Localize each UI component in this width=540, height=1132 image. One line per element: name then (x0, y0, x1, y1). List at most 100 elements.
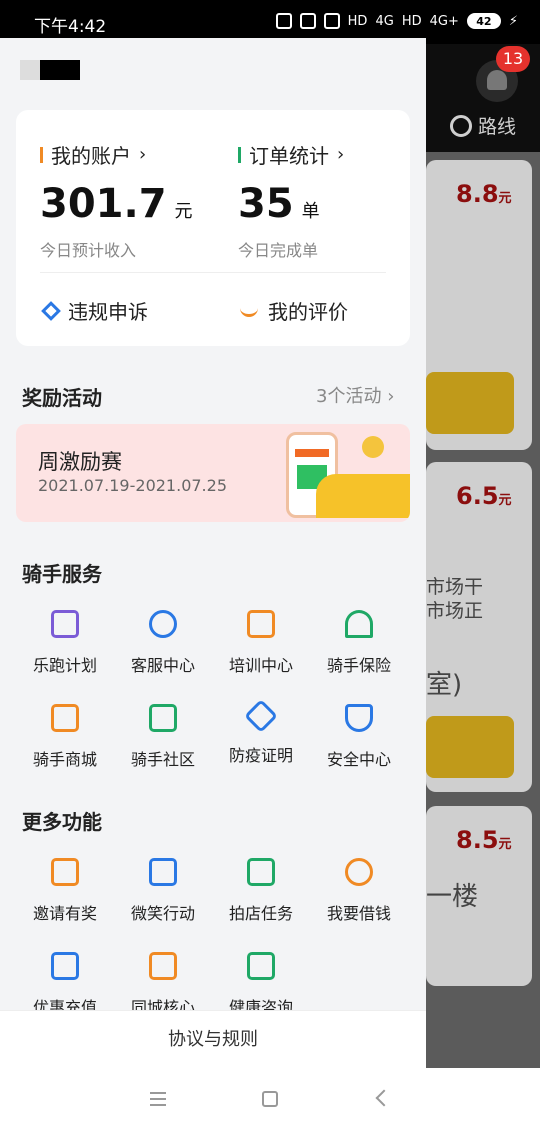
promo-date: 2021.07.19-2021.07.25 (38, 476, 227, 495)
feature-label: 优惠充值 (32, 998, 97, 1010)
promo-banner[interactable]: 周激励赛 2021.07.19-2021.07.25 (16, 424, 410, 522)
order-address: 一楼 (426, 882, 479, 912)
hand-illustration-icon (316, 474, 410, 518)
avatar-part (40, 60, 80, 80)
service-item-customer-service[interactable]: 客服中心 (114, 610, 212, 676)
more-features-title: 更多功能 (22, 810, 102, 834)
orders-value: 35 单 (238, 181, 344, 227)
avatar-part (20, 60, 40, 80)
phone-bar (295, 449, 329, 457)
feature-label: 邀请有奖 (32, 904, 97, 923)
service-item-training[interactable]: 培训中心 (212, 610, 310, 676)
status-icons: HD 4G HD 4G+ 42 ⚡ (275, 13, 518, 29)
rider-services-title: 骑手服务 (22, 562, 102, 586)
route-button[interactable]: 路线 (450, 112, 516, 139)
menu-icon[interactable] (150, 1092, 166, 1106)
system-nav-bar (0, 1068, 540, 1132)
route-icon (450, 114, 472, 137)
my-review-button[interactable]: 我的评价 (240, 296, 348, 325)
my-review-label: 我的评价 (268, 300, 348, 324)
order-address: 市场正 (426, 600, 484, 622)
hand-coin-icon (345, 858, 373, 886)
notification-badge: 13 (496, 46, 530, 72)
network-label-1: HD (347, 13, 368, 29)
feature-item-shop-photo[interactable]: 拍店任务 (212, 858, 310, 924)
order-price: 8.5元 (456, 826, 512, 854)
headset-icon (149, 610, 177, 638)
order-price: 6.5元 (456, 482, 512, 510)
appeal-button[interactable]: 违规申诉 (41, 296, 148, 325)
feature-item-invite[interactable]: 邀请有奖 (16, 858, 114, 924)
my-account-block[interactable]: 我的账户 › 301.7 元 今日预计收入 (40, 140, 193, 261)
feature-label: 我要借钱 (326, 904, 391, 923)
location-icon (275, 13, 292, 29)
feature-item-health[interactable]: 健康咨询 (212, 952, 310, 1010)
service-label: 客服中心 (130, 656, 195, 675)
feature-item-smile[interactable]: 微笑行动 (114, 858, 212, 924)
chevron-right-icon: › (139, 144, 147, 165)
smile-icon (240, 305, 258, 317)
shirt-icon (51, 704, 79, 732)
home-icon (149, 704, 177, 732)
feature-item-recharge[interactable]: 优惠充值 (16, 952, 114, 1010)
service-label: 乐跑计划 (32, 656, 97, 675)
service-label: 培训中心 (228, 656, 293, 675)
income-label: 今日预计收入 (40, 241, 137, 260)
medical-icon (244, 699, 278, 733)
service-item-epidemic-cert[interactable]: 防疫证明 (212, 699, 310, 766)
order-stats-block[interactable]: 订单统计 › 35 单 今日完成单 (238, 140, 344, 261)
avatar[interactable] (20, 60, 80, 80)
status-time: 下午4:42 (34, 17, 107, 37)
umbrella-icon (345, 610, 373, 638)
service-item-insurance[interactable]: 骑手保险 (310, 610, 408, 676)
alarm-icon (323, 13, 340, 29)
service-item-community[interactable]: 骑手社区 (114, 704, 212, 770)
feature-item-city[interactable]: 同城核心 (114, 952, 212, 1010)
feature-item-borrow[interactable]: 我要借钱 (310, 858, 408, 924)
price-value: 8.5 (456, 826, 499, 854)
service-item-safety[interactable]: 安全中心 (310, 704, 408, 770)
service-label: 骑手保险 (326, 656, 391, 675)
feature-row-clipped: 优惠充值 同城核心 健康咨询 (0, 948, 426, 1010)
service-item-mall[interactable]: 骑手商城 (16, 704, 114, 770)
orders-number: 35 (238, 181, 294, 227)
feature-label: 微笑行动 (130, 904, 195, 923)
order-address: 室) (426, 670, 463, 700)
order-stats-title: 订单统计 › (238, 140, 344, 169)
price-value: 8.8 (456, 180, 499, 208)
gift-icon (51, 858, 79, 886)
shield-icon (345, 704, 373, 732)
service-item-run-plan[interactable]: 乐跑计划 (16, 610, 114, 676)
order-action-button[interactable] (426, 716, 514, 778)
price-unit: 元 (498, 191, 512, 206)
agreement-rules-button[interactable]: 协议与规则 (0, 1010, 426, 1068)
my-account-label: 我的账户 (51, 144, 131, 168)
side-drawer: 我的账户 › 301.7 元 今日预计收入 订单统计 › 35 单 今日完成单 违规… (0, 38, 426, 1068)
bell-icon (487, 70, 507, 90)
divider (40, 272, 386, 273)
network-label-3: HD (401, 13, 422, 29)
order-action-button[interactable] (426, 372, 514, 434)
route-label: 路线 (478, 116, 517, 138)
service-label: 骑手商城 (32, 750, 97, 769)
accent-bar (40, 146, 43, 163)
appeal-label: 违规申诉 (68, 300, 148, 324)
price-unit: 元 (498, 837, 512, 852)
network-label-2: 4G (375, 13, 394, 29)
back-icon[interactable] (375, 1089, 393, 1107)
rewards-title: 奖励活动 (22, 386, 102, 410)
my-account-title: 我的账户 › (40, 140, 193, 169)
monitor-plus-icon (247, 952, 275, 980)
battery-icon: 42 (466, 13, 501, 29)
income-number: 301.7 (40, 181, 167, 227)
accent-bar (238, 146, 241, 163)
income-value: 301.7 元 (40, 181, 193, 227)
city-icon (149, 952, 177, 980)
promo-title: 周激励赛 (38, 450, 122, 474)
orders-label: 今日完成单 (238, 241, 319, 260)
activities-link[interactable]: 3个活动 › (316, 382, 394, 408)
camera-icon (247, 858, 275, 886)
home-button-icon[interactable] (262, 1091, 278, 1107)
feature-label: 同城核心 (130, 998, 195, 1010)
appeal-icon (41, 300, 61, 321)
